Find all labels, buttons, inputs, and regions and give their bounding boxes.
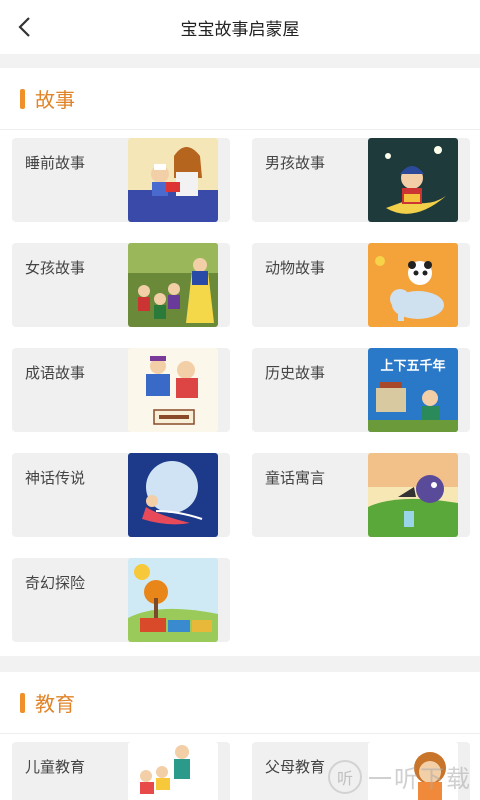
section-accent-bar	[20, 88, 25, 109]
thumbnail-image	[128, 558, 218, 642]
card-label: 童话寓言	[265, 469, 326, 487]
top-bar: 宝宝故事启蒙屋	[0, 0, 480, 54]
category-card-history-stories[interactable]: 历史故事 上下五千年	[252, 348, 470, 432]
card-label: 男孩故事	[265, 154, 326, 172]
watermark-logo: 听	[328, 759, 362, 794]
thumbnail-image	[128, 348, 218, 432]
thumbnail-image	[128, 453, 218, 537]
section-accent-bar	[20, 692, 25, 713]
category-card-myths-legends[interactable]: 神话传说	[12, 453, 230, 537]
thumbnail-image	[128, 243, 218, 327]
section-title: 教育	[35, 692, 75, 716]
section-header: 教育	[0, 672, 480, 734]
card-label: 动物故事	[265, 259, 326, 277]
card-label: 女孩故事	[25, 259, 86, 277]
card-label: 历史故事	[265, 364, 326, 382]
category-card-bedtime-stories[interactable]: 睡前故事	[12, 138, 230, 222]
category-card-animal-stories[interactable]: 动物故事	[252, 243, 470, 327]
thumbnail-image	[128, 138, 218, 222]
section-header: 故事	[0, 68, 480, 130]
category-card-boy-stories[interactable]: 男孩故事	[252, 138, 470, 222]
thumbnail-caption: 上下五千年	[380, 358, 445, 374]
category-card-girl-stories[interactable]: 女孩故事	[12, 243, 230, 327]
page-title: 宝宝故事启蒙屋	[180, 19, 300, 40]
category-card-fairy-tales-fables[interactable]: 童话寓言	[252, 453, 470, 537]
card-label: 父母教育	[265, 758, 326, 776]
category-card-fantasy-adventure[interactable]: 奇幻探险	[12, 558, 230, 642]
category-card-idiom-stories[interactable]: 成语故事	[12, 348, 230, 432]
thumbnail-image	[128, 742, 218, 800]
card-label: 成语故事	[25, 364, 86, 382]
chevron-left-icon	[18, 17, 30, 37]
card-label: 儿童教育	[25, 758, 86, 776]
card-label: 神话传说	[25, 469, 86, 487]
card-label: 奇幻探险	[25, 574, 86, 592]
card-label: 睡前故事	[25, 154, 86, 172]
thumbnail-image	[368, 138, 458, 222]
watermark-text: 一听下载	[368, 765, 472, 793]
watermark: 听 一听下载	[328, 759, 472, 794]
category-card-child-education[interactable]: 儿童教育	[12, 742, 230, 800]
thumbnail-image	[368, 243, 458, 327]
back-button[interactable]	[12, 13, 40, 41]
section-title: 故事	[35, 88, 75, 112]
thumbnail-image	[368, 453, 458, 537]
thumbnail-image: 上下五千年	[368, 348, 458, 432]
